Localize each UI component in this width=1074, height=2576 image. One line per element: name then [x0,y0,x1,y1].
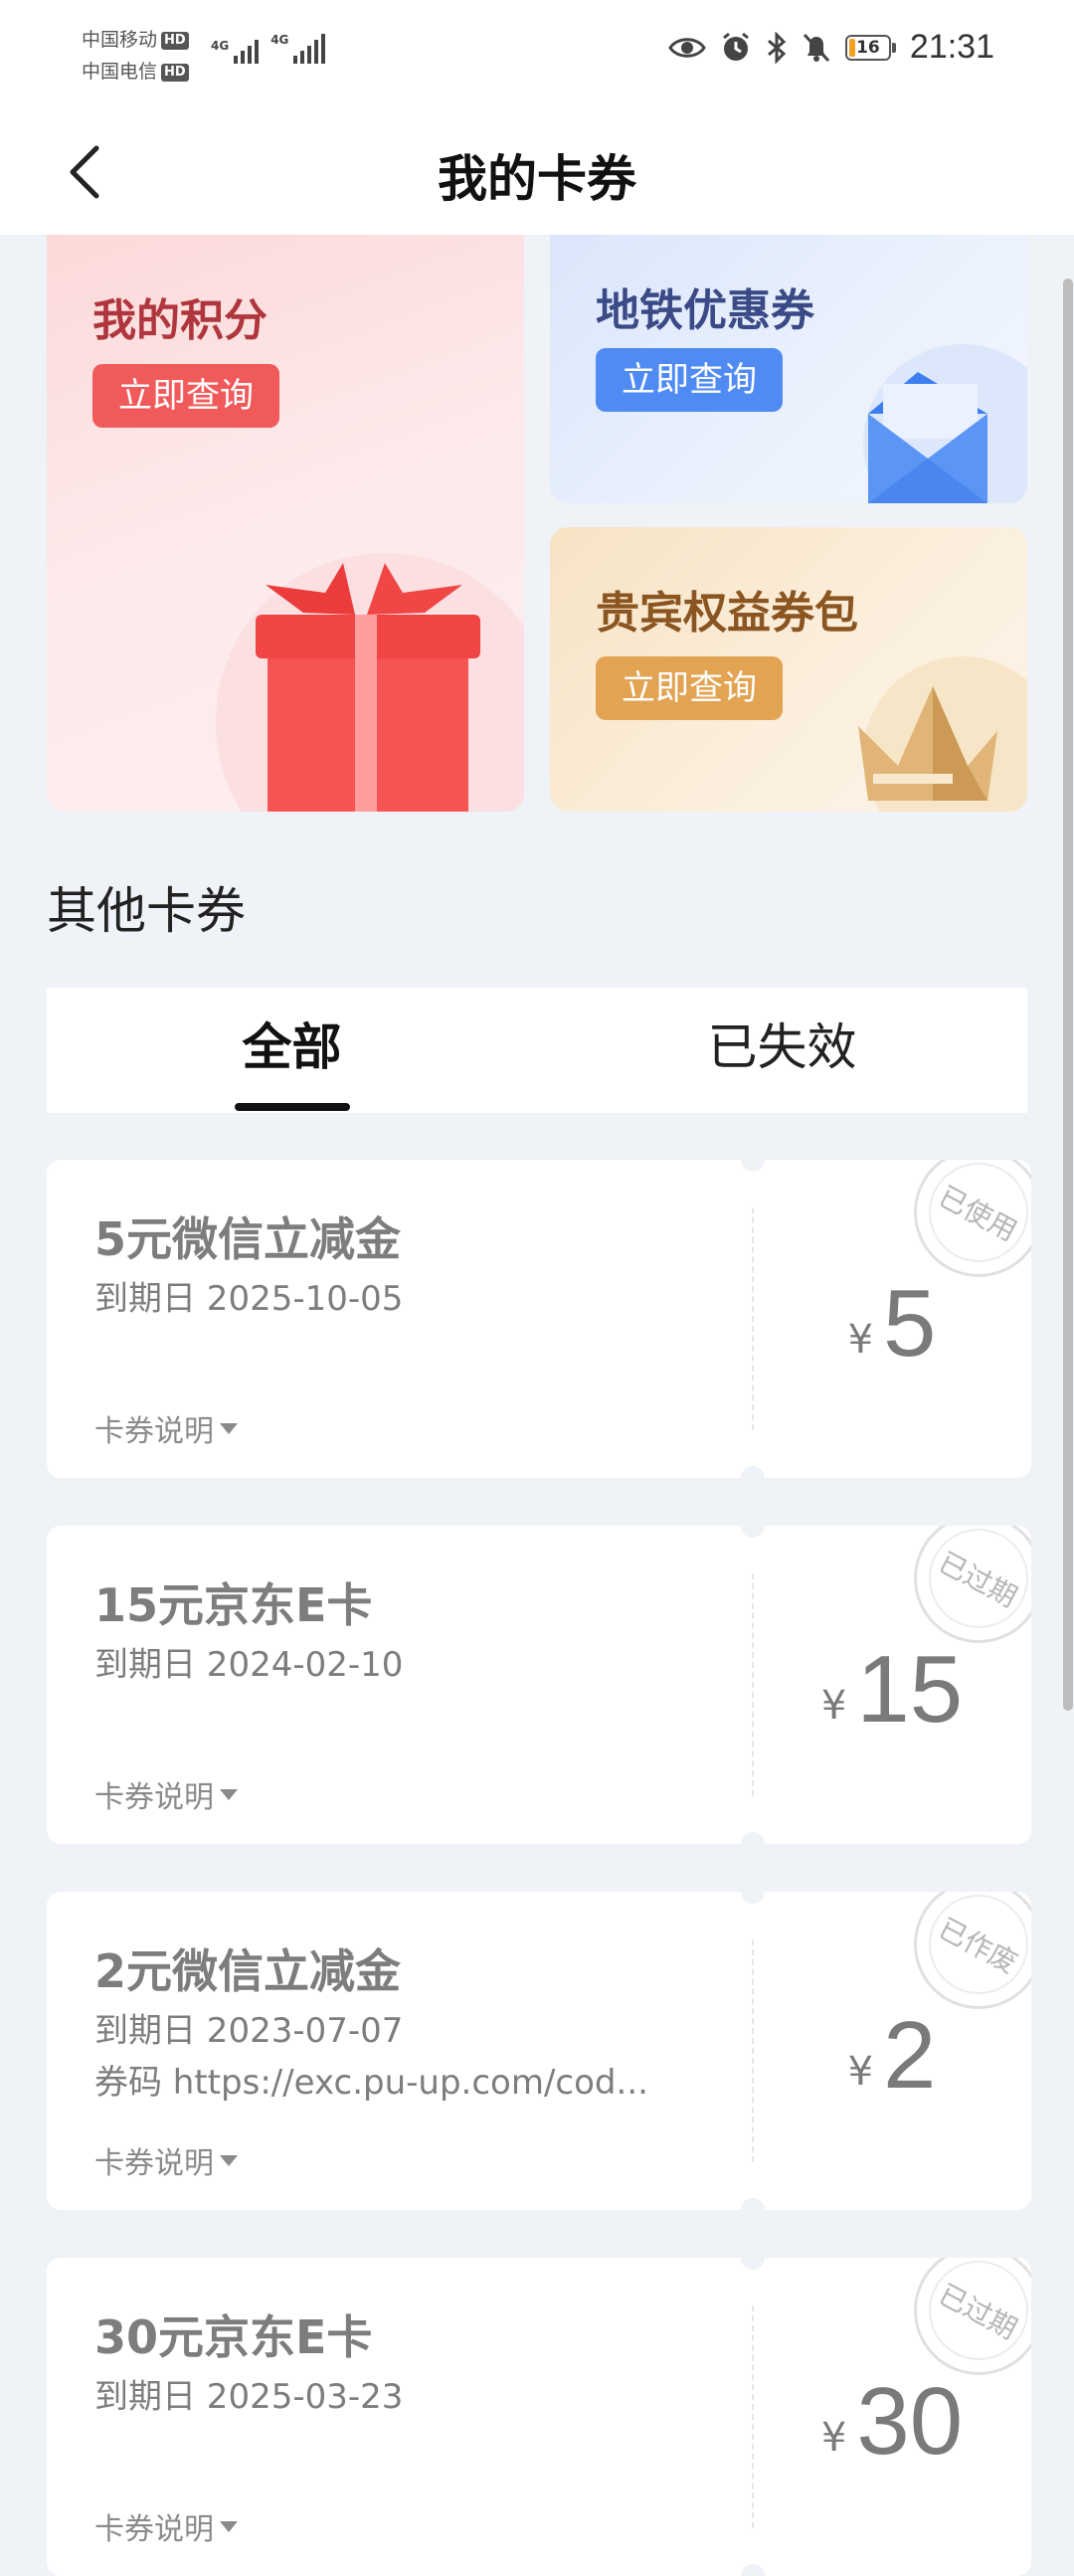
tab-all[interactable]: 全部 [47,988,537,1113]
caret-down-icon [220,1422,238,1434]
envelope-icon [863,344,1027,503]
alarm-icon [722,32,749,61]
vip-benefits-card[interactable]: 贵宾权益券包 立即查询 [550,527,1027,812]
status-stamp-text: 已过期 [933,1546,1023,1614]
amount-value: 5 [883,1270,937,1377]
coupon-card[interactable]: 5元微信立减金 到期日 2025-10-05 卡券说明 ¥5 已使用 [47,1160,1031,1478]
coupon-expiry: 到期日 2023-07-07 [94,2011,404,2051]
points-card-title: 我的积分 [92,295,268,346]
currency-symbol: ¥ [820,2415,847,2461]
carrier-2-name: 中国电信 [82,61,158,83]
metro-card-title: 地铁优惠券 [596,285,814,336]
eye-icon [668,37,706,58]
coupon-description-toggle[interactable]: 卡券说明 [94,2138,238,2182]
status-stamp-text: 已作废 [933,1912,1023,1980]
coupon-description-toggle[interactable]: 卡券说明 [94,1406,238,1450]
signal-icon: 4G [211,39,260,64]
coupon-name: 5元微信立减金 [94,1212,402,1266]
clock: 21:31 [909,28,994,66]
points-card[interactable]: 我的积分 立即查询 [47,235,524,812]
gift-box-icon [216,553,524,812]
vip-query-button[interactable]: 立即查询 [596,656,783,720]
status-stamp-text: 已使用 [933,1180,1023,1248]
caret-down-icon [220,1788,238,1800]
hd-badge: HD [161,63,189,82]
amount-value: 15 [856,1636,964,1743]
coupon-description-label: 卡券说明 [94,2146,214,2181]
status-bar: 中国移动 HD 中国电信 HD 4G 4G 16 21:31 [0,0,1074,107]
crown-icon [858,656,1027,812]
mute-bell-icon [803,33,830,62]
tab-expired[interactable]: 已失效 [537,988,1027,1113]
network-type: 4G [211,39,230,53]
coupon-card[interactable]: 15元京东E卡 到期日 2024-02-10 卡券说明 ¥15 已过期 [47,1526,1031,1844]
status-stamp-text: 已过期 [933,2278,1023,2346]
status-icons: 16 21:31 [668,28,994,67]
currency-symbol: ¥ [847,2049,874,2095]
coupon-description-label: 卡券说明 [94,1414,214,1449]
coupon-expiry: 到期日 2024-02-10 [94,1645,404,1685]
amount-value: 2 [883,2002,937,2109]
coupon-card[interactable]: 30元京东E卡 到期日 2025-03-23 卡券说明 ¥30 已过期 [47,2258,1031,2576]
coupon-card[interactable]: 2元微信立减金 到期日 2023-07-07 券码 https://exc.pu… [47,1892,1031,2210]
coupon-expiry: 到期日 2025-10-05 [94,1279,404,1319]
caret-down-icon [220,2154,238,2166]
carrier-info: 中国移动 HD 中国电信 HD [82,24,189,88]
coupon-description-label: 卡券说明 [94,2512,214,2547]
coupon-description-label: 卡券说明 [94,1780,214,1815]
carrier-1-name: 中国移动 [82,29,158,51]
vip-card-title: 贵宾权益券包 [596,588,858,639]
coupon-code: 券码 https://exc.pu-up.com/cod... [94,2063,648,2103]
metro-coupon-card[interactable]: 地铁优惠券 立即查询 [550,235,1027,503]
coupon-description-toggle[interactable]: 卡券说明 [94,1772,238,1816]
battery-level: 16 [856,37,880,58]
scrollbar-thumb[interactable] [1063,278,1073,1711]
signal-icon: 4G [270,33,326,64]
coupon-expiry: 到期日 2025-03-23 [94,2377,404,2417]
nav-bar: 我的卡券 [0,107,1074,235]
coupon-tabs: 全部 已失效 [47,988,1027,1113]
metro-query-button[interactable]: 立即查询 [596,348,783,412]
caret-down-icon [220,2520,238,2532]
network-type: 4G [270,33,289,47]
currency-symbol: ¥ [820,1683,847,1729]
active-tab-indicator [235,1103,350,1111]
coupon-description-toggle[interactable]: 卡券说明 [94,2504,238,2548]
coupon-name: 15元京东E卡 [94,1578,373,1632]
signal-icons: 4G 4G [211,33,326,64]
currency-symbol: ¥ [847,1317,874,1363]
section-title: 其他卡券 [47,882,246,940]
bluetooth-icon [767,31,787,64]
amount-value: 30 [856,2368,964,2475]
points-query-button[interactable]: 立即查询 [92,364,279,428]
hd-badge: HD [161,31,189,50]
coupon-name: 30元京东E卡 [94,2310,373,2364]
coupon-name: 2元微信立减金 [94,1944,402,1998]
page-title: 我的卡券 [438,150,636,208]
battery-icon: 16 [844,34,896,61]
